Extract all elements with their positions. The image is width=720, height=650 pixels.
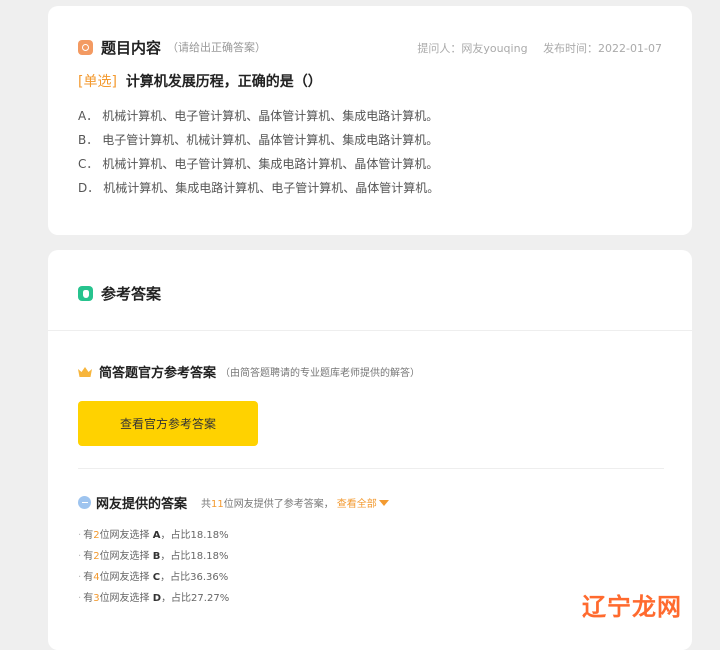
choice-stat: · 有2位网友选择 A，占比18.18% — [78, 530, 229, 541]
user-choice-list: · 有2位网友选择 A，占比18.18% · 有2位网友选择 B，占比18.18% … — [78, 525, 229, 609]
summary-suffix: 位网友提供了参考答案， — [223, 499, 334, 510]
option-item: B． 电子管计算机、机械计算机、晶体管计算机、集成电路计算机。 — [78, 128, 439, 152]
choice-stat: · 有3位网友选择 D，占比27.27% — [78, 593, 230, 604]
option-text: 机械计算机、集成电路计算机、电子管计算机、晶体管计算机。 — [103, 181, 440, 195]
choice-percent: ，占比18.18% — [160, 530, 229, 541]
summary-count: 11 — [211, 499, 224, 510]
question-header: 题目内容 （请给出正确答案） — [78, 37, 266, 57]
answer-header: 参考答案 — [78, 283, 161, 304]
option-text: 机械计算机、电子管计算机、晶体管计算机、集成电路计算机。 — [102, 109, 439, 123]
official-answer-title: 简答题官方参考答案 — [99, 366, 217, 381]
choice-stat: · 有4位网友选择 C，占比36.36% — [78, 572, 229, 583]
view-official-answer-button[interactable]: 查看官方参考答案 — [78, 401, 258, 446]
option-list: A． 机械计算机、电子管计算机、晶体管计算机、集成电路计算机。 B． 电子管计算机、… — [78, 104, 439, 200]
choice-percent: ，占比27.27% — [161, 593, 230, 604]
summary-prefix: 共 — [201, 499, 212, 510]
question-stem-text: 计算机发展历程，正确的是（） — [125, 74, 322, 90]
choice-option: A — [152, 530, 161, 541]
option-key: B． — [78, 133, 99, 147]
view-all-link[interactable]: 查看全部 — [337, 495, 389, 510]
option-key: D． — [78, 181, 100, 195]
official-answer-desc: （由简答题聘请的专业题库老师提供的解答） — [220, 368, 421, 379]
question-icon — [78, 39, 93, 55]
option-item: A． 机械计算机、电子管计算机、晶体管计算机、集成电路计算机。 — [78, 104, 439, 128]
question-title: 题目内容 — [101, 38, 162, 57]
view-all-label[interactable]: 查看全部 — [337, 495, 377, 510]
choice-option: D — [152, 593, 162, 604]
caret-down-icon[interactable] — [378, 499, 389, 506]
answer-title: 参考答案 — [101, 285, 162, 303]
crown-icon — [78, 366, 92, 377]
asker-label: 提问人：网友youqing — [417, 42, 528, 55]
publish-time: 发布时间：2022-01-07 — [543, 42, 662, 55]
choice-percent: ，占比36.36% — [160, 572, 229, 583]
choice-stat: · 有2位网友选择 B，占比18.18% — [78, 551, 229, 562]
question-card: 题目内容 （请给出正确答案） 提问人：网友youqing 发布时间：2022-0… — [48, 6, 692, 235]
choice-percent: ，占比18.18% — [160, 551, 229, 562]
option-key: C． — [78, 157, 99, 171]
option-item: D． 机械计算机、集成电路计算机、电子管计算机、晶体管计算机。 — [78, 176, 439, 200]
site-watermark: 辽宁龙网 — [582, 592, 682, 621]
question-stem: [单选] 计算机发展历程，正确的是（） — [78, 71, 322, 91]
divider — [48, 330, 692, 331]
official-answer-header: 简答题官方参考答案 （由简答题聘请的专业题库老师提供的解答） — [78, 362, 420, 381]
user-answers-header: 网友提供的答案 共11位网友提供了参考答案， 查看全部 — [78, 493, 389, 512]
option-text: 电子管计算机、机械计算机、晶体管计算机、集成电路计算机。 — [102, 133, 439, 147]
user-answers-summary: 共11位网友提供了参考答案， — [201, 495, 334, 510]
option-text: 机械计算机、电子管计算机、集成电路计算机、晶体管计算机。 — [102, 157, 439, 171]
option-item: C． 机械计算机、电子管计算机、集成电路计算机、晶体管计算机。 — [78, 152, 439, 176]
user-answers-title: 网友提供的答案 — [96, 497, 188, 512]
bulb-icon — [78, 286, 93, 301]
divider — [78, 468, 664, 469]
question-hint: （请给出正确答案） — [167, 41, 267, 54]
option-key: A． — [78, 109, 99, 123]
question-type: [单选] — [78, 74, 117, 90]
chat-icon — [78, 496, 91, 509]
choice-option: C — [152, 572, 161, 583]
question-meta: 提问人：网友youqing 发布时间：2022-01-07 — [417, 40, 662, 56]
